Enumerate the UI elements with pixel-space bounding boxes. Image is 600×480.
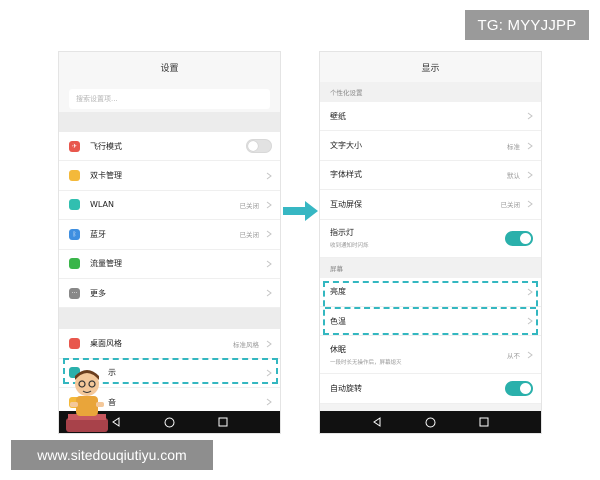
indicator-light-toggle[interactable] (505, 230, 533, 246)
recents-icon[interactable] (479, 417, 489, 427)
settings-item-label: 双卡管理 (90, 171, 122, 181)
settings-item-bluetooth[interactable]: ᛒ 蓝牙 已关闭 (59, 220, 280, 250)
settings-item-subtitle: 收到通知时闪烁 (330, 243, 369, 250)
chevron-right-icon (266, 201, 272, 209)
settings-item-brightness[interactable]: 亮度 (320, 277, 541, 307)
tg-watermark: TG: MYYJJPP (465, 10, 589, 40)
settings-item-label: WLAN (90, 200, 115, 210)
bluetooth-icon: ᛒ (69, 228, 80, 240)
chevron-right-icon (266, 340, 272, 348)
status-value: 标准 (507, 142, 520, 151)
chevron-right-icon (266, 260, 272, 268)
chevron-right-icon (266, 369, 272, 377)
settings-item-color-temperature[interactable]: 色温 (320, 306, 541, 337)
settings-item-label: 流量管理 (90, 259, 122, 269)
display-list-personal: 壁纸 文字大小 标准 字体样式 默认 互动屏保 已关闭 指示灯 收到通知时闪烁 (320, 102, 541, 258)
home-icon (69, 338, 80, 350)
settings-item-label: 色温 (330, 316, 346, 326)
settings-item-label: 休眠 (330, 344, 346, 354)
sim-card-icon (69, 170, 80, 182)
chevron-right-icon (527, 112, 533, 120)
airplane-mode-toggle[interactable] (246, 139, 272, 154)
settings-item-subtitle: 一段时长无操作后，屏幕熄灭 (330, 359, 402, 366)
more-icon: ··· (69, 287, 80, 299)
page-title: 显示 (320, 52, 541, 82)
status-value: 已关闭 (500, 201, 521, 210)
settings-item-wlan[interactable]: WLAN 已关闭 (59, 190, 280, 221)
settings-item-text: 指示灯 收到通知时闪烁 (330, 227, 505, 249)
chevron-right-icon (527, 288, 533, 296)
settings-item-label: 音 (108, 397, 116, 407)
chevron-right-icon (266, 398, 272, 406)
status-value: 已关闭 (239, 231, 260, 240)
page-title: 设置 (59, 52, 280, 82)
settings-item-label: 壁纸 (330, 111, 346, 121)
settings-item-airplane-mode[interactable]: ✈ 飞行模式 (59, 132, 280, 162)
section-gap (59, 308, 280, 330)
settings-item-label: 指示灯 (330, 228, 354, 238)
settings-item-label: 示 (108, 368, 116, 378)
status-value: 从不 (507, 351, 520, 360)
chevron-right-icon (527, 171, 533, 179)
chevron-right-icon (527, 317, 533, 325)
settings-item-auto-rotate[interactable]: 自动旋转 (320, 374, 541, 404)
search-input[interactable] (69, 89, 270, 109)
arrow-right-icon (283, 200, 319, 222)
auto-rotate-toggle[interactable] (505, 381, 533, 397)
settings-item-home-style[interactable]: 桌面风格 标准风格 (59, 329, 280, 359)
recents-icon[interactable] (218, 417, 228, 427)
settings-item-label: 蓝牙 (90, 229, 106, 239)
settings-item-data-usage[interactable]: 流量管理 (59, 249, 280, 279)
settings-item-font-style[interactable]: 字体样式 默认 (320, 160, 541, 191)
cartoon-mascot-icon (62, 364, 112, 434)
chevron-right-icon (527, 142, 533, 150)
settings-item-sleep[interactable]: 休眠 一段时长无操作后，屏幕熄灭 从不 (320, 336, 541, 375)
display-list-screen: 亮度 色温 休眠 一段时长无操作后，屏幕熄灭 从不 自动旋转 (320, 277, 541, 404)
chevron-right-icon (266, 289, 272, 297)
settings-item-label: 字体样式 (330, 170, 362, 180)
settings-item-label: 飞行模式 (90, 141, 122, 151)
settings-item-screensaver[interactable]: 互动屏保 已关闭 (320, 190, 541, 220)
home-circle-icon[interactable] (164, 417, 175, 428)
status-value: 标准风格 (233, 340, 259, 349)
settings-item-text: 休眠 一段时长无操作后，屏幕熄灭 (330, 344, 507, 366)
settings-item-label: 互动屏保 (330, 199, 362, 209)
settings-item-label: 文字大小 (330, 141, 362, 151)
settings-item-label: 更多 (90, 288, 106, 298)
wifi-icon (69, 199, 80, 211)
settings-item-wallpaper[interactable]: 壁纸 (320, 102, 541, 132)
settings-item-label: 桌面风格 (90, 339, 122, 349)
section-header: 个性化设置 (320, 82, 541, 102)
settings-item-indicator-light[interactable]: 指示灯 收到通知时闪烁 (320, 219, 541, 258)
airplane-icon: ✈ (69, 140, 80, 152)
status-value: 默认 (507, 171, 520, 180)
website-watermark: www.sitedouqiutiyu.com (11, 440, 213, 470)
data-usage-icon (69, 258, 80, 270)
chevron-right-icon (266, 172, 272, 180)
settings-item-dual-sim[interactable]: 双卡管理 (59, 161, 280, 191)
section-gap (59, 112, 280, 132)
search-bar (59, 82, 280, 112)
settings-item-label: 自动旋转 (330, 384, 362, 394)
chevron-right-icon (266, 230, 272, 238)
android-nav-bar (320, 411, 541, 433)
chevron-right-icon (527, 351, 533, 359)
display-settings-screen: 显示 个性化设置 壁纸 文字大小 标准 字体样式 默认 互动屏保 已关闭 指示灯… (319, 51, 542, 434)
status-value: 已关闭 (239, 201, 260, 210)
settings-list-network: ✈ 飞行模式 双卡管理 WLAN 已关闭 ᛒ 蓝牙 已关闭 流量管理 ··· 更… (59, 132, 280, 309)
back-icon[interactable] (111, 417, 121, 427)
settings-item-label: 亮度 (330, 287, 346, 297)
section-header: 屏幕 (320, 257, 541, 278)
settings-item-font-size[interactable]: 文字大小 标准 (320, 131, 541, 161)
chevron-right-icon (527, 200, 533, 208)
back-icon[interactable] (372, 417, 382, 427)
home-circle-icon[interactable] (425, 417, 436, 428)
settings-item-more[interactable]: ··· 更多 (59, 278, 280, 309)
